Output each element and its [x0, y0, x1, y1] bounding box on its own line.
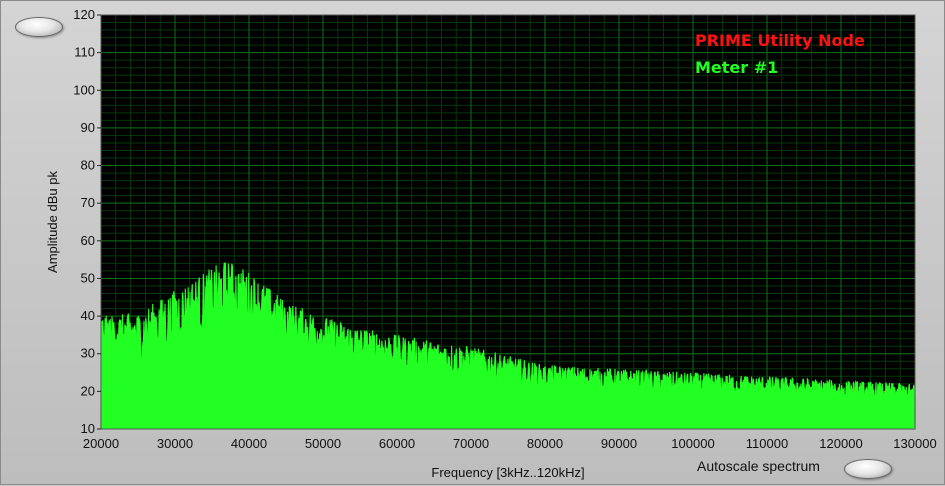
- autoscale-spectrum-label: Autoscale spectrum: [697, 458, 820, 474]
- y-axis-title: Amplitude dBu pk: [45, 171, 60, 273]
- y-tick-label: 20: [81, 383, 95, 398]
- legend-prime-utility-node[interactable]: PRIME Utility Node: [695, 31, 865, 50]
- x-tick-label: 90000: [601, 436, 637, 451]
- y-scale-knob[interactable]: [15, 17, 63, 37]
- legend-meter-1[interactable]: Meter #1: [695, 58, 778, 77]
- autoscale-spectrum-knob[interactable]: [844, 459, 892, 479]
- y-tick-label: 90: [81, 120, 95, 135]
- y-tick-label: 50: [81, 270, 95, 285]
- x-axis-ticks: 20000 30000 40000 50000 60000 70000 80000 90000…: [83, 436, 937, 451]
- x-axis-title: Frequency [3kHz..120kHz]: [431, 465, 584, 480]
- y-tick-label: 40: [81, 308, 95, 323]
- x-tick-label: 70000: [453, 436, 489, 451]
- y-tick-label: 10: [81, 421, 95, 436]
- x-tick-label: 40000: [231, 436, 267, 451]
- y-tick-label: 110: [74, 45, 95, 60]
- y-tick-label: 100: [73, 82, 95, 97]
- x-tick-label: 20000: [83, 436, 119, 451]
- x-tick-label: 110000: [746, 436, 788, 451]
- x-tick-label: 50000: [305, 436, 341, 451]
- x-tick-label: 60000: [379, 436, 415, 451]
- y-tick-label: 60: [81, 233, 95, 248]
- y-tick-label: 80: [81, 158, 95, 173]
- y-tick-label: 30: [81, 346, 95, 361]
- y-tick-label: 120: [73, 7, 95, 22]
- spectrum-chart: 20000 30000 40000 50000 60000 70000 80000 90000…: [45, 7, 937, 480]
- y-axis-ticks: 10 20 30 40 50 60 70 80 90 100 110 120: [73, 7, 101, 436]
- x-tick-label: 30000: [157, 436, 193, 451]
- y-tick-label: 70: [81, 195, 95, 210]
- chart-frame: 20000 30000 40000 50000 60000 70000 80000 90000…: [0, 0, 945, 485]
- x-tick-label: 120000: [819, 436, 862, 451]
- x-tick-label: 100000: [671, 436, 714, 451]
- x-tick-label: 130000: [893, 436, 936, 451]
- x-tick-label: 80000: [527, 436, 563, 451]
